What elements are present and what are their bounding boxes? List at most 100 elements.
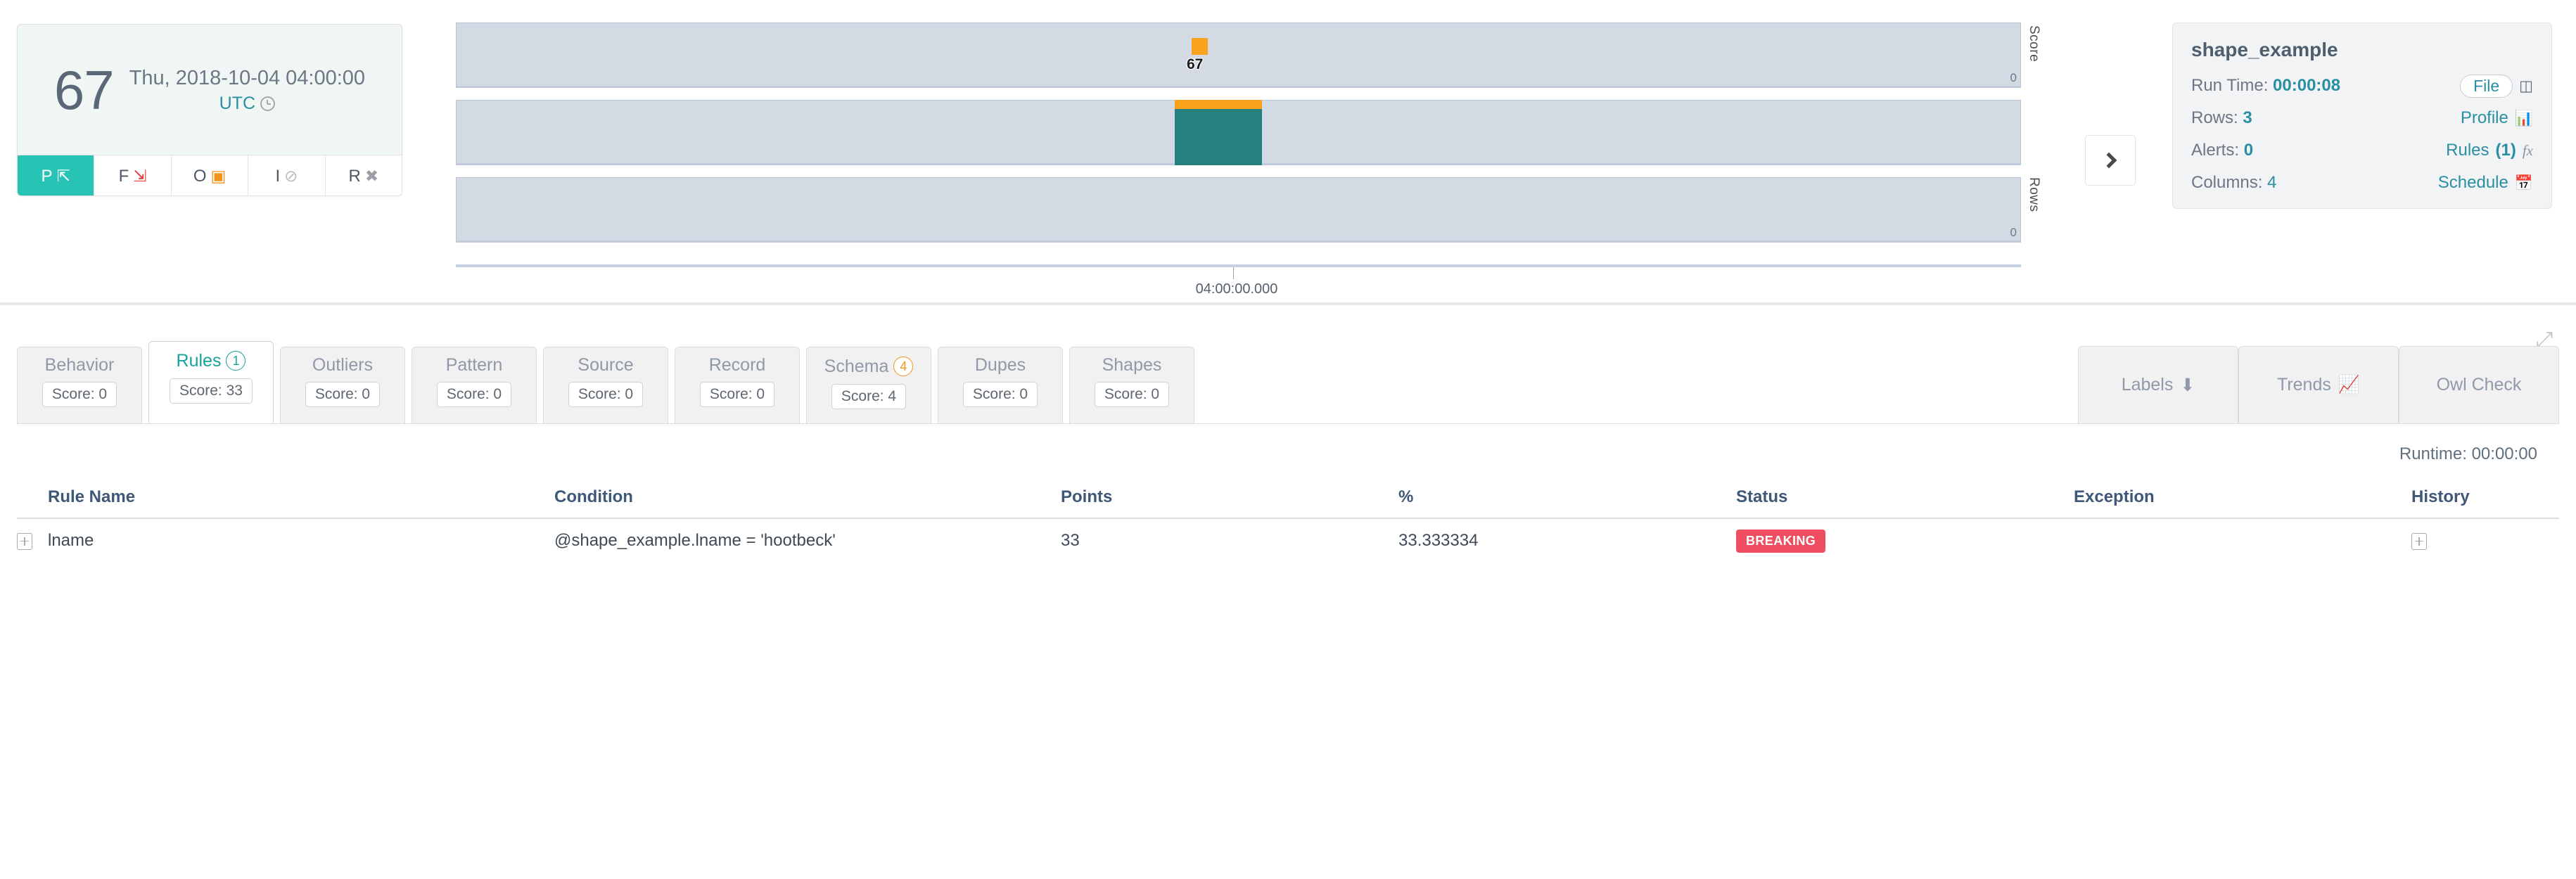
tab-behavior[interactable]: Behavior Score: 0 [17,347,142,424]
tab-shapes-label: Shapes [1102,355,1162,375]
tab-record-label: Record [708,355,766,375]
score-tab-ignore-label: I [275,166,281,186]
score-axis-zero-tick: 0 [2010,71,2017,84]
cell-history[interactable] [2411,531,2545,551]
score-card-body: 67 Thu, 2018-10-04 04:00:00 UTC [18,25,402,155]
tab-outliers-score: Score: 0 [305,382,381,407]
expand-history-icon[interactable] [2411,532,2427,550]
run-datetime: Thu, 2018-10-04 04:00:00 [129,67,366,90]
rules-action[interactable]: Rules (1) fx [2446,141,2533,160]
dataset-info-card: shape_example Run Time: 00:00:08 File ◫ … [2172,23,2552,209]
score-tab-passing-label: P [41,166,53,186]
expand-row-icon[interactable] [17,532,32,550]
chart-y-axis-title-rows: Rows [2027,177,2041,212]
tab-shapes-score: Score: 0 [1094,382,1170,407]
line-chart-icon: 📈 [2338,375,2361,394]
chart-band-score: 0 [456,23,2021,88]
file-pill-label: File [2460,74,2513,98]
columns-value: 4 [2267,173,2277,192]
arrow-up-right-icon: ⇱ [56,167,70,185]
rules-label: Rules [2446,141,2489,160]
tab-dupes[interactable]: Dupes Score: 0 [938,347,1063,424]
alerts-label: Alerts: [2191,141,2240,160]
tab-pattern[interactable]: Pattern Score: 0 [412,347,537,424]
chart-x-tick-label: 04:00:00.000 [1195,281,1278,297]
file-action[interactable]: File ◫ [2460,74,2533,98]
arrow-down-red-icon: ⇲ [133,167,147,185]
score-tab-outliers[interactable]: O ▣ [171,155,249,195]
tab-shapes[interactable]: Shapes Score: 0 [1069,347,1194,424]
tab-record-score: Score: 0 [699,382,775,407]
col-condition-header: Condition [554,487,633,506]
rows-axis-zero-tick: 0 [2010,226,2017,239]
score-tab-ignore[interactable]: I ⊘ [248,155,326,195]
top-summary-section: 67 Thu, 2018-10-04 04:00:00 UTC P ⇱ F ⇲ … [0,0,2576,302]
chart-next-button[interactable] [2085,135,2136,186]
expand-row-cell[interactable] [17,531,48,551]
calendar-icon: 📅 [2514,174,2533,191]
tab-schema[interactable]: Schema 4 Score: 4 [806,347,931,424]
tab-record[interactable]: Record Score: 0 [675,347,800,424]
score-card-meta: Thu, 2018-10-04 04:00:00 UTC [129,65,365,113]
clock-icon [260,96,276,111]
eye-slash-icon: ⊘ [284,167,298,185]
rules-count: (1) [2495,141,2516,160]
col-percent-header: % [1398,487,1414,506]
tab-underline [17,423,2559,424]
score-tab-failing[interactable]: F ⇲ [94,155,172,195]
trends-button-label: Trends [2276,375,2331,394]
cell-percent: 33.333334 [1398,531,1479,550]
detail-tab-strip: Behavior Score: 0 Rules 1 Score: 33 Outl… [17,341,1194,424]
calendar-x-icon: ▣ [210,167,227,185]
profile-action[interactable]: Profile 📊 [2461,108,2533,128]
tab-schema-badge: 4 [893,357,914,376]
runtime-group: Run Time: 00:00:08 [2191,76,2340,96]
owl-check-button-label: Owl Check [2436,375,2522,394]
dataset-row-runtime: Run Time: 00:00:08 File ◫ [2191,70,2533,102]
trends-button[interactable]: Trends 📈 [2238,346,2399,423]
schedule-label: Schedule [2437,173,2508,192]
detail-tabs-section: ⤢ Behavior Score: 0 Rules 1 Score: 33 Ou… [0,305,2576,879]
table-row[interactable]: lname @shape_example.lname = 'hootbeck' … [17,519,2559,563]
score-tab-remove-label: R [348,166,361,186]
score-data-marker[interactable] [1192,38,1208,55]
tab-outliers[interactable]: Outliers Score: 0 [280,347,405,424]
tab-source-label: Source [578,355,634,375]
score-history-chart[interactable]: 0 0 67 04:00:00.000 Score Rows [456,14,2046,297]
tab-behavior-label: Behavior [44,355,115,375]
timezone-label: UTC [219,93,256,113]
owl-check-button[interactable]: Owl Check [2399,346,2559,423]
dataset-row-rows: Rows: 3 Profile 📊 [2191,102,2533,134]
dataset-row-alerts: Alerts: 0 Rules (1) fx [2191,134,2533,167]
chart-x-tick [1233,267,1234,279]
alerts-value: 0 [2243,141,2254,160]
chart-plot-area: 0 0 67 04:00:00.000 [456,23,2021,297]
tab-pattern-score: Score: 0 [436,382,512,407]
tab-source[interactable]: Source Score: 0 [543,347,668,424]
col-points-header: Points [1061,487,1113,506]
runtime-label: Run Time: [2191,76,2269,95]
tab-rules[interactable]: Rules 1 Score: 33 [148,341,274,424]
columns-group: Columns: 4 [2191,173,2276,193]
fx-icon: fx [2522,141,2533,159]
close-x-icon: ✖ [364,167,379,185]
labels-button[interactable]: Labels ⬇ [2078,346,2238,423]
rows-bar-cap [1175,100,1262,109]
rows-bar[interactable] [1175,100,1262,165]
tab-pattern-label: Pattern [445,355,503,375]
cell-status: BREAKING [1736,529,2074,553]
profile-label: Profile [2460,108,2508,127]
tab-rules-label: Rules [176,350,222,371]
col-exception-header: Exception [2074,487,2155,506]
score-tab-passing[interactable]: P ⇱ [18,155,95,195]
arrow-down-icon: ⬇ [2180,375,2195,395]
cell-condition: @shape_example.lname = 'hootbeck' [554,531,836,550]
tab-schema-label: Schema [824,356,889,376]
score-tab-remove[interactable]: R ✖ [325,155,402,195]
tab-source-score: Score: 0 [568,382,644,407]
tab-schema-score: Score: 4 [831,384,907,409]
cell-rule-name: lname [48,531,94,550]
col-history-header: History [2411,487,2470,506]
chevron-right-icon [2100,152,2117,169]
schedule-action[interactable]: Schedule 📅 [2438,173,2533,193]
